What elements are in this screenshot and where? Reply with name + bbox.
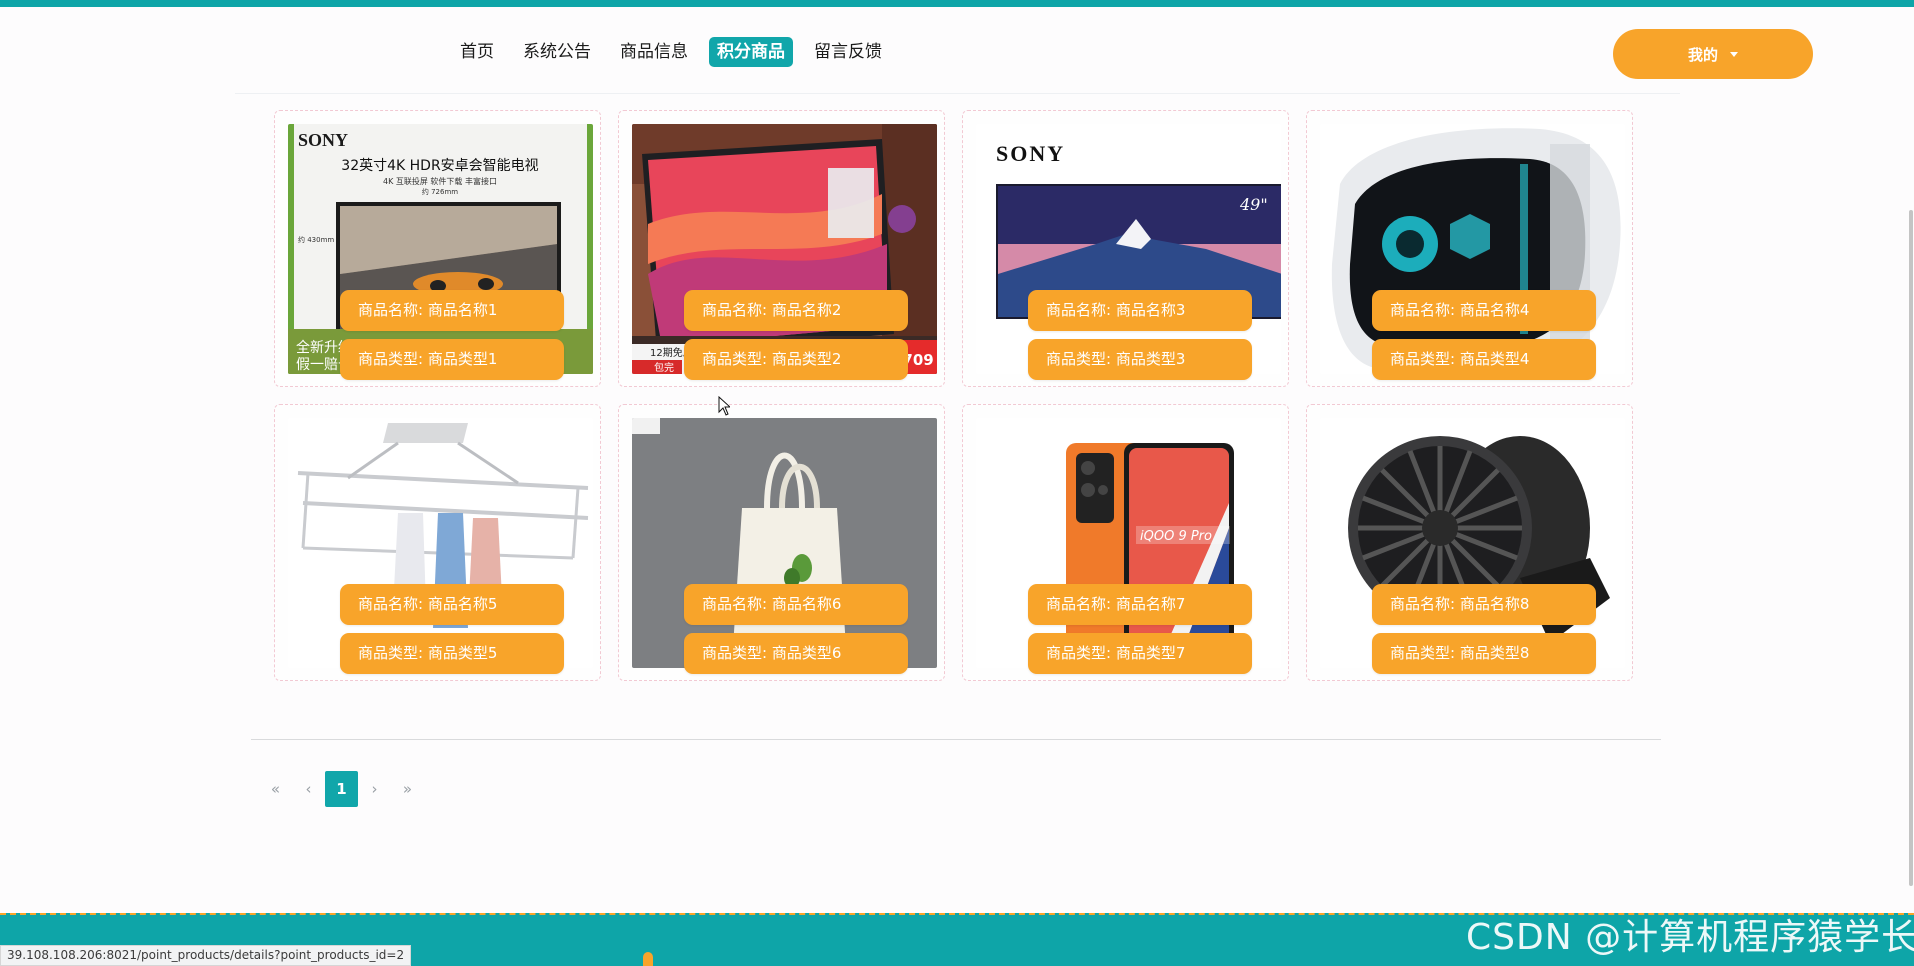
site-header: 首页 系统公告 商品信息 积分商品 留言反馈 我的: [0, 7, 1914, 94]
product-type-label: 商品类型: 商品类型8: [1372, 633, 1596, 674]
product-card[interactable]: SONY 49" 商品名称: 商品名称3 商品类型: 商品类型3: [962, 110, 1289, 387]
phone-brand-text: iQOO 9 Pro: [1140, 529, 1212, 544]
watermark-text: CSDN @计算机程序猿学长: [1466, 917, 1914, 958]
sony-logo-text: SONY: [996, 141, 1065, 166]
product-card[interactable]: iQOO 9 Pro 商品名称: 商品名称7 商品类型: 商品类型7: [962, 404, 1289, 681]
user-menu-label: 我的: [1687, 45, 1718, 64]
product-card[interactable]: 商品名称: 商品名称5 商品类型: 商品类型5: [274, 404, 601, 681]
tv-ad-title: 32英寸4K HDR安卓会智能电视: [341, 157, 538, 174]
product-name-label: 商品名称: 商品名称3: [1028, 290, 1252, 331]
top-accent-strip: [0, 0, 1914, 7]
product-card[interactable]: 12期免息 包完 2709 商品名称: 商品名称2 商品类型: 商品类型2: [618, 110, 945, 387]
nav-feedback[interactable]: 留言反馈: [806, 37, 890, 67]
nav-announcements[interactable]: 系统公告: [515, 37, 599, 67]
pagination: « ‹ 1 › »: [259, 771, 424, 807]
product-image-sony-tv-ad[interactable]: SONY 32英寸4K HDR安卓会智能电视 4K 互联投屏 软件下载 丰富接口…: [288, 124, 593, 374]
product-type-label: 商品类型: 商品类型6: [684, 633, 908, 674]
product-card[interactable]: SONY 32英寸4K HDR安卓会智能电视 4K 互联投屏 软件下载 丰富接口…: [274, 110, 601, 387]
product-card[interactable]: 商品名称: 商品名称6 商品类型: 商品类型6: [618, 404, 945, 681]
header-divider: [235, 93, 1680, 94]
product-name-label: 商品名称: 商品名称8: [1372, 584, 1596, 625]
product-card[interactable]: 商品名称: 商品名称4 商品类型: 商品类型4: [1306, 110, 1633, 387]
page-prev-button[interactable]: ‹: [292, 771, 325, 807]
product-type-label: 商品类型: 商品类型3: [1028, 339, 1252, 380]
product-type-label: 商品类型: 商品类型7: [1028, 633, 1252, 674]
product-image-sony-tv-mountain[interactable]: SONY 49": [976, 124, 1281, 374]
product-name-label: 商品名称: 商品名称6: [684, 584, 908, 625]
product-image-clothes-rack[interactable]: [288, 418, 593, 668]
product-card[interactable]: 商品名称: 商品名称8 商品类型: 商品类型8: [1306, 404, 1633, 681]
sony-logo-text: SONY: [298, 130, 348, 150]
nav-points-products[interactable]: 积分商品: [709, 37, 793, 67]
tv-ad-height: 约 430mm: [298, 235, 334, 244]
tv-ad-subtitle: 4K 互联投屏 软件下载 丰富接口: [383, 176, 497, 186]
product-type-label: 商品类型: 商品类型5: [340, 633, 564, 674]
product-name-label: 商品名称: 商品名称1: [340, 290, 564, 331]
nav-home[interactable]: 首页: [452, 37, 502, 67]
nav-products[interactable]: 商品信息: [612, 37, 696, 67]
product-image-desk-fan[interactable]: [1320, 418, 1625, 668]
product-image-smartphone[interactable]: iQOO 9 Pro: [976, 418, 1281, 668]
product-name-label: 商品名称: 商品名称5: [340, 584, 564, 625]
product-grid: SONY 32英寸4K HDR安卓会智能电视 4K 互联投屏 软件下载 丰富接口…: [274, 110, 1634, 681]
tv-ad-width: 约 726mm: [422, 187, 458, 196]
page-first-button[interactable]: «: [259, 771, 292, 807]
product-image-tote-bag[interactable]: [632, 418, 937, 668]
chevron-down-icon: [1730, 51, 1738, 57]
product-name-label: 商品名称: 商品名称2: [684, 290, 908, 331]
mouse-cursor-icon: [718, 396, 730, 416]
page-scrollbar[interactable]: [1909, 210, 1913, 886]
page-last-button[interactable]: »: [391, 771, 424, 807]
tv-size-label: 49": [1239, 195, 1268, 214]
content-divider: [251, 739, 1661, 740]
user-menu-button[interactable]: 我的: [1613, 29, 1813, 79]
product-type-label: 商品类型: 商品类型2: [684, 339, 908, 380]
page-current-button[interactable]: 1: [325, 771, 358, 807]
product-type-label: 商品类型: 商品类型4: [1372, 339, 1596, 380]
product-image-gaming-pc[interactable]: [1320, 124, 1625, 374]
status-bar-url: 39.108.108.206:8021/point_products/detai…: [0, 945, 412, 966]
main-nav: 首页 系统公告 商品信息 积分商品 留言反馈: [452, 37, 903, 67]
footer-decoration: [643, 952, 653, 966]
product-name-label: 商品名称: 商品名称4: [1372, 290, 1596, 331]
monitor-ship-text: 包完: [654, 361, 674, 374]
product-name-label: 商品名称: 商品名称7: [1028, 584, 1252, 625]
product-type-label: 商品类型: 商品类型1: [340, 339, 564, 380]
page-next-button[interactable]: ›: [358, 771, 391, 807]
product-image-desktop-monitor[interactable]: 12期免息 包完 2709: [632, 124, 937, 374]
